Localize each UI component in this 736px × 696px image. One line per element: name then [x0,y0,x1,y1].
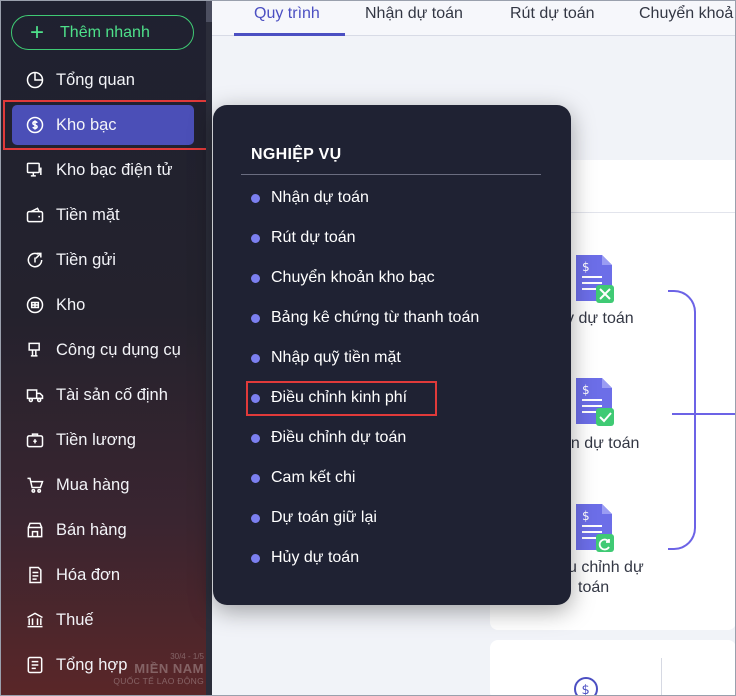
sidebar-item-tai-san-co-dinh[interactable]: Tài sản cố định [12,375,194,415]
divider [241,174,541,175]
menu-item-cam-ket-chi[interactable]: Cam kết chi [251,465,355,491]
bottom-card [490,640,736,696]
invoice-icon [24,564,46,586]
sidebar-item-label: Tổng quan [56,70,135,89]
watermark-line: 30/4 - 1/5 [170,652,204,661]
flow-arrow [672,413,736,415]
menu-item-dieu-chinh-du-toan[interactable]: Điều chỉnh dự toán [251,425,406,451]
active-tab-indicator [234,33,345,36]
document-refresh-icon[interactable]: $ [574,502,614,554]
salary-icon [24,429,46,451]
menu-item-label: Cam kết chi [271,469,356,486]
plus-icon: + [30,18,45,46]
bullet-icon [251,273,260,283]
bullet-icon [251,513,260,523]
watermark-line: MIỀN NAM [134,661,204,676]
sidebar-item-cong-cu-dung-cu[interactable]: Công cụ dụng cụ [12,330,194,370]
sidebar-item-kho[interactable]: Kho [12,285,194,325]
sidebar-item-label: Hóa đơn [56,565,121,584]
sidebar-item-label: Tiền gửi [56,250,116,269]
menu-item-label: Chuyển khoản kho bạc [271,269,435,286]
watermark-line: QUỐC TẾ LAO ĐỘNG [113,676,204,686]
highlight-frame [3,100,208,150]
svg-text:$: $ [582,383,590,397]
bullet-icon [251,353,260,363]
flow-label: u chỉnh dự [568,559,644,576]
document-cancel-icon[interactable]: $ [574,253,614,305]
bank-icon [24,609,46,631]
pie-chart-icon [24,69,46,91]
sidebar-item-label: Tài sản cố định [56,385,168,404]
document-check-icon[interactable]: $ [574,376,614,428]
sidebar-item-label: Mua hàng [56,475,130,494]
menu-item-nhan-du-toan[interactable]: Nhận dự toán [251,185,369,211]
tools-icon [24,339,46,361]
bullet-icon [251,473,260,483]
menu-item-huy-du-toan[interactable]: Hủy dự toán [251,545,359,571]
svg-text:$: $ [582,683,590,696]
menu-item-label: Bảng kê chứng từ thanh toán [271,309,480,326]
monitor-dollar-icon [24,159,46,181]
divider [661,658,662,696]
svg-text:$: $ [582,260,590,274]
tab-chuyen-khoan[interactable]: Chuyển khoả [639,5,733,23]
truck-icon [24,384,46,406]
bullet-icon [251,553,260,563]
sidebar-item-hoa-don[interactable]: Hóa đơn [12,555,194,595]
sidebar-item-label: Công cụ dụng cụ [56,340,181,359]
deposit-icon [24,249,46,271]
tab-bar: Quy trình Nhận dự toán Rút dự toán Chuyể… [212,0,736,36]
quick-add-button[interactable]: + Thêm nhanh [11,15,194,50]
menu-item-bang-ke-chung-tu[interactable]: Bảng kê chứng từ thanh toán [251,305,479,331]
flow-label: toán [578,579,610,596]
sidebar-item-label: Kho [56,295,86,314]
warehouse-icon [24,294,46,316]
sidebar-item-ban-hang[interactable]: Bán hàng [12,510,194,550]
store-icon [24,519,46,541]
sidebar-item-label: Tiền mặt [56,205,120,224]
sidebar-item-label: Thuế [56,610,94,629]
sidebar-item-mua-hang[interactable]: Mua hàng [12,465,194,505]
menu-item-label: Rút dự toán [271,229,356,246]
bullet-icon [251,313,260,323]
sidebar-item-thue[interactable]: Thuế [12,600,194,640]
highlight-frame [246,381,437,416]
tab-quy-trinh[interactable]: Quy trình [254,5,320,23]
nghiep-vu-popup: NGHIỆP VỤ Nhận dự toán Rút dự toán Chuyể… [213,105,571,605]
menu-item-label: Dự toán giữ lại [271,509,377,526]
sidebar-item-label: Tiền lương [56,430,136,449]
quick-add-label: Thêm nhanh [60,23,150,41]
cart-icon [24,474,46,496]
sidebar-item-tong-quan[interactable]: Tổng quan [12,60,194,100]
watermark: 30/4 - 1/5 MIỀN NAM QUỐC TẾ LAO ĐỘNG [76,652,204,686]
sidebar-item-tien-luong[interactable]: Tiền lương [12,420,194,460]
bullet-icon [251,433,260,443]
bullet-icon [251,193,260,203]
flow-label: ận dự toán [562,435,640,452]
menu-item-label: Nhập quỹ tiền mặt [271,349,401,366]
wallet-icon [24,204,46,226]
sidebar-item-label: Kho bạc điện tử [56,160,173,179]
menu-item-du-toan-giu-lai[interactable]: Dự toán giữ lại [251,505,377,531]
bullet-icon [251,233,260,243]
menu-item-nhap-quy-tien-mat[interactable]: Nhập quỹ tiền mặt [251,345,401,371]
popup-title: NGHIỆP VỤ [251,146,342,163]
sidebar-item-kho-bac-dien-tu[interactable]: Kho bạc điện tử [12,150,194,190]
menu-item-label: Hủy dự toán [271,549,360,566]
tab-rut-du-toan[interactable]: Rút dự toán [510,5,595,23]
menu-item-label: Điều chỉnh dự toán [271,429,407,446]
menu-item-chuyen-khoan-kho-bac[interactable]: Chuyển khoản kho bạc [251,265,435,291]
menu-item-label: Nhận dự toán [271,189,369,206]
flow-label: y dự toán [566,310,634,327]
sidebar-item-tien-gui[interactable]: Tiền gửi [12,240,194,280]
svg-text:$: $ [582,509,590,523]
sidebar-item-tien-mat[interactable]: Tiền mặt [12,195,194,235]
menu-item-rut-du-toan[interactable]: Rút dự toán [251,225,356,251]
tab-nhan-du-toan[interactable]: Nhận dự toán [365,5,463,23]
sidebar-item-label: Bán hàng [56,520,127,539]
flow-connector [668,290,696,550]
report-icon [24,654,46,676]
dollar-circle-icon[interactable]: $ [573,676,599,696]
